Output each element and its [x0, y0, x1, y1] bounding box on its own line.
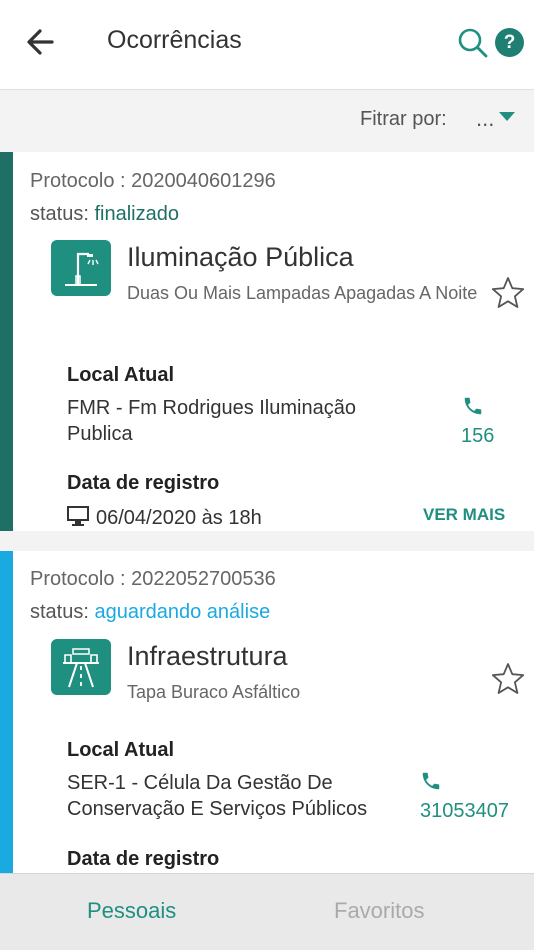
app-bar: Ocorrências ?	[0, 0, 534, 90]
status-value: finalizado	[94, 203, 179, 225]
filter-label: Fitrar por:	[360, 108, 447, 130]
local-value: SER-1 - Célula Da Gestão De Conservação …	[67, 772, 368, 820]
phone-number[interactable]: 156	[461, 425, 494, 448]
status-value: aguardando análise	[94, 601, 271, 623]
date-value: 06/04/2020 às 18h	[96, 507, 262, 529]
category-title: Infraestrutura	[127, 641, 288, 671]
protocol-number: Protocolo : 2022052700536	[30, 568, 276, 590]
help-icon[interactable]: ?	[495, 28, 524, 57]
back-arrow-icon[interactable]	[22, 24, 60, 60]
local-value: FMR - Fm Rodrigues Iluminação Publica	[67, 397, 356, 445]
road-infrastructure-icon	[51, 639, 111, 695]
date-label: Data de registro	[67, 848, 220, 870]
page-title: Ocorrências	[107, 26, 242, 54]
bottom-tab-bar	[0, 873, 534, 950]
status-label: status:	[30, 203, 89, 225]
local-label: Local Atual	[67, 739, 175, 761]
category-subtitle: Duas Ou Mais Lampadas Apagadas A Noite	[127, 283, 478, 303]
filter-bar	[0, 91, 534, 149]
search-icon[interactable]	[456, 26, 490, 60]
favorite-star-icon[interactable]	[489, 661, 527, 697]
favorite-star-icon[interactable]	[489, 275, 527, 311]
status-stripe	[0, 551, 13, 881]
tab-favoritos[interactable]: Favoritos	[334, 898, 424, 924]
status-line: status: aguardando análise	[30, 601, 270, 624]
occurrence-card[interactable]: Protocolo : 2022052700536 status: aguard…	[0, 551, 534, 881]
tab-pessoais[interactable]: Pessoais	[87, 898, 176, 924]
status-line: status: finalizado	[30, 203, 179, 226]
status-label: status:	[30, 601, 89, 623]
protocol-number: Protocolo : 2020040601296	[30, 170, 276, 192]
phone-icon[interactable]	[462, 395, 484, 417]
category-title: Iluminação Pública	[127, 242, 354, 272]
view-more-button[interactable]: VER MAIS	[423, 505, 505, 525]
date-label: Data de registro	[67, 472, 220, 494]
local-label: Local Atual	[67, 364, 175, 386]
filter-dropdown[interactable]: ...	[476, 106, 494, 132]
dropdown-arrow-icon[interactable]	[499, 112, 515, 121]
occurrence-card[interactable]: Protocolo : 2020040601296 status: finali…	[0, 152, 534, 531]
phone-number[interactable]: 31053407	[420, 800, 509, 823]
street-light-icon	[51, 240, 111, 296]
phone-icon[interactable]	[420, 770, 442, 792]
status-stripe	[0, 152, 13, 531]
monitor-icon	[67, 506, 89, 526]
category-subtitle: Tapa Buraco Asfáltico	[127, 682, 301, 702]
